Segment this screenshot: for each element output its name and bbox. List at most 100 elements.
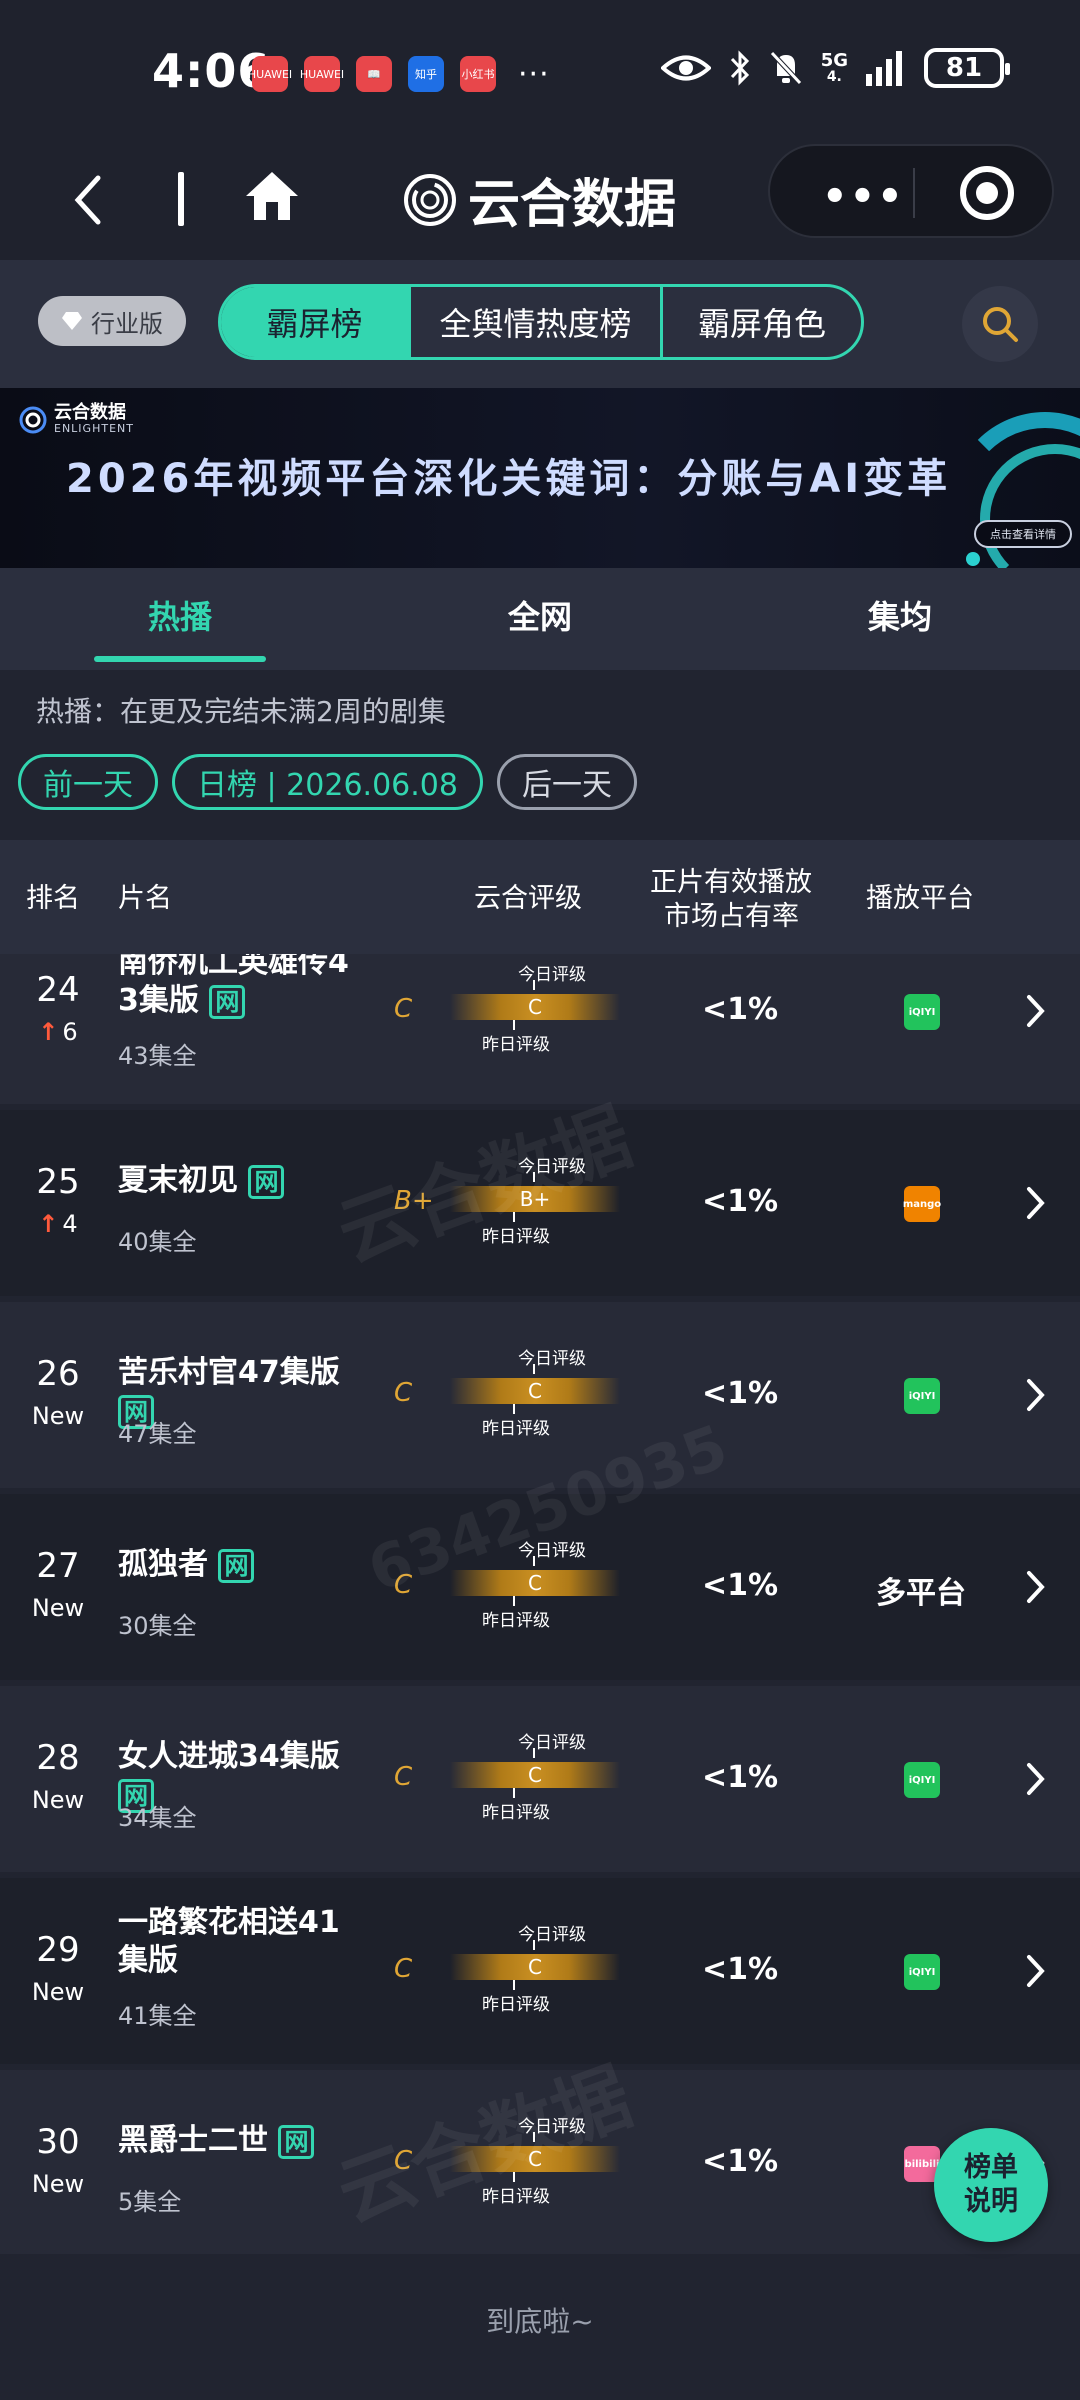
mute-bell-icon <box>769 51 802 85</box>
chevron-right-icon[interactable] <box>1026 1954 1046 1992</box>
tab-per-episode[interactable]: 集均 <box>780 592 1020 638</box>
grade-yesterday-tick <box>513 1212 515 1222</box>
table-row[interactable]: 27 New 孤独者 网 30集全 C 今日评级 C 昨日评级 <1% 多平台 <box>0 1494 1080 1680</box>
tab-all-network[interactable]: 全网 <box>420 592 660 638</box>
banner-cta-button[interactable]: 点击查看详情 <box>974 520 1072 548</box>
ranking-explanation-button[interactable]: 榜单 说明 <box>934 2128 1048 2242</box>
drama-title[interactable]: 黑爵士二世 网 <box>118 2122 368 2160</box>
rank-up-arrow-icon: ↑ <box>38 1018 59 1046</box>
rank-change: ↑ 6 <box>20 1018 96 1046</box>
ranking-type-switcher: 霸屏榜 全舆情热度榜 霸屏角色 <box>218 284 864 360</box>
segment-public-opinion-heat[interactable]: 全舆情热度榜 <box>411 287 663 357</box>
drama-title[interactable]: 南侨机工英雄传4 3集版 网 <box>118 954 368 1020</box>
book-app-icon: 📖 <box>356 56 392 92</box>
more-notifications-icon: ··· <box>518 56 550 92</box>
grade-yesterday-label: 昨日评级 <box>482 2187 550 2207</box>
industry-edition-button[interactable]: 行业版 <box>38 296 186 346</box>
table-row[interactable]: 30 New 黑爵士二世 网 5集全 C 今日评级 C 昨日评级 <1% bilibili <box>0 2070 1080 2254</box>
rank-change: New <box>20 1402 96 1430</box>
grade-bar: C <box>450 1954 620 1980</box>
chevron-right-icon[interactable] <box>1026 1762 1046 1800</box>
next-day-button[interactable]: 后一天 <box>496 754 637 810</box>
grade-bar-value: C <box>528 1379 542 1403</box>
title-line1: 苦乐村官47集版 <box>118 1355 340 1390</box>
grade-yesterday-tick <box>513 1788 515 1798</box>
end-of-list-text: 到底啦~ <box>486 2305 594 2338</box>
grade-today-tick <box>533 1556 535 1566</box>
header-title: 片名 <box>118 883 172 914</box>
table-row[interactable]: 25 ↑ 4 夏末初见 网 40集全 B+ 今日评级 B+ 昨日评级 <1% mango <box>0 1110 1080 1296</box>
table-header: 排名 片名 云合评级 正片有效播放 市场占有率 播放平台 <box>0 840 1080 954</box>
home-icon[interactable] <box>244 170 300 222</box>
grade-today-tick <box>533 1172 535 1182</box>
rank-up-arrow-icon: ↑ <box>38 1210 59 1238</box>
drama-title[interactable]: 孤独者 网 <box>118 1546 368 1584</box>
title-line1: 夏末初见 <box>118 1163 238 1198</box>
eye-icon <box>660 55 711 81</box>
mini-program-navbar: 云合数据 ••• <box>0 140 1080 260</box>
grade-yesterday-label: 昨日评级 <box>482 1803 550 1823</box>
prev-day-button[interactable]: 前一天 <box>18 754 158 810</box>
title-line2: 集版 <box>118 1943 178 1978</box>
close-mini-program-icon[interactable] <box>960 166 1014 220</box>
huawei-app-1-icon: HUAWEI <box>248 56 292 92</box>
table-row[interactable]: 24 ↑ 6 南侨机工英雄传4 3集版 网 43集全 C 今日评级 C 昨日评级 <1% iQIYI <box>0 954 1080 1104</box>
grade-yesterday-tick <box>513 1980 515 1990</box>
episode-count: 43集全 <box>118 1042 197 1070</box>
market-share: <1% <box>701 1376 779 1411</box>
table-row[interactable]: 26 New 苦乐村官47集版 网 47集全 C 今日评级 C 昨日评级 <1% iQIYI <box>0 1302 1080 1488</box>
rank-change: ↑ 4 <box>20 1210 96 1238</box>
fab-line1: 榜单 <box>964 2152 1018 2183</box>
rank-number: 25 <box>36 1162 80 1202</box>
episode-count: 34集全 <box>118 1804 197 1832</box>
rank-change: New <box>20 2170 96 2198</box>
header-grade: 云合评级 <box>474 883 582 914</box>
promo-banner[interactable]: 云合数据 ENLIGHTENT 2026年视频平台深化关键词：分账与AI变革 点… <box>0 388 1080 568</box>
web-drama-tag: 网 <box>278 2124 315 2159</box>
segment-bapingbang[interactable]: 霸屏榜 <box>221 287 411 357</box>
episode-count: 30集全 <box>118 1612 197 1640</box>
segment-baping-roles[interactable]: 霸屏角色 <box>663 287 861 357</box>
ranking-list: 24 ↑ 6 南侨机工英雄传4 3集版 网 43集全 C 今日评级 C 昨日评级 <1% iQIYI 2… <box>0 954 1080 2254</box>
rank-change-value: 4 <box>62 1210 78 1238</box>
list-description: 热播：在更及完结未满2周的剧集 <box>36 695 446 728</box>
notification-apps: HUAWEI HUAWEI 📖 知乎 小红书 ··· <box>248 56 550 92</box>
header-rank: 排名 <box>26 883 80 914</box>
chevron-right-icon[interactable] <box>1026 994 1046 1032</box>
rank-number: 28 <box>36 1738 80 1778</box>
table-row[interactable]: 29 New 一路繁花相送41 集版 41集全 C 今日评级 C 昨日评级 <1% iQIYI <box>0 1878 1080 2064</box>
drama-title[interactable]: 夏末初见 网 <box>118 1162 368 1200</box>
episode-count: 5集全 <box>118 2188 182 2216</box>
grade-yesterday-label: 昨日评级 <box>482 1035 550 1055</box>
chevron-right-icon[interactable] <box>1026 1186 1046 1224</box>
header-share-line2: 市场占有率 <box>664 901 799 932</box>
banner-logo-sub: ENLIGHTENT <box>54 422 134 435</box>
market-share: <1% <box>701 1568 779 1603</box>
platform-mango-icon: mango <box>903 1186 941 1222</box>
tab-hot-broadcast[interactable]: 热播 <box>60 592 300 638</box>
grade-bar: C <box>450 1762 620 1788</box>
back-icon[interactable] <box>72 174 104 226</box>
banner-logo: 云合数据 ENLIGHTENT <box>18 404 134 435</box>
banner-logo-text: 云合数据 <box>54 402 126 423</box>
title-line1: 孤独者 <box>118 1547 208 1582</box>
title-line1: 一路繁花相送41 <box>118 1905 340 1940</box>
platform-iqiyi-icon: iQIYI <box>904 1954 940 1990</box>
diamond-icon <box>62 312 82 330</box>
date-selector[interactable]: 日榜 | 2026.06.08 <box>172 754 483 810</box>
search-button[interactable] <box>962 286 1038 362</box>
search-icon <box>983 307 1018 342</box>
more-menu-icon[interactable]: ••• <box>822 174 905 220</box>
chevron-right-icon[interactable] <box>1026 1570 1046 1608</box>
banner-dot-decoration <box>966 552 980 566</box>
episode-count: 47集全 <box>118 1420 197 1448</box>
drama-title[interactable]: 一路繁花相送41 集版 <box>118 1904 368 1980</box>
table-row[interactable]: 28 New 女人进城34集版 网 34集全 C 今日评级 C 昨日评级 <1% iQIYI <box>0 1686 1080 1872</box>
rank-new-label: New <box>31 1978 85 2006</box>
chevron-right-icon[interactable] <box>1026 1378 1046 1416</box>
market-share: <1% <box>701 1952 779 1987</box>
nav-separator <box>178 172 184 226</box>
platform-multi: 多平台 <box>876 1576 966 1611</box>
grade-bar: B+ <box>450 1186 620 1212</box>
market-share: <1% <box>701 1760 779 1795</box>
